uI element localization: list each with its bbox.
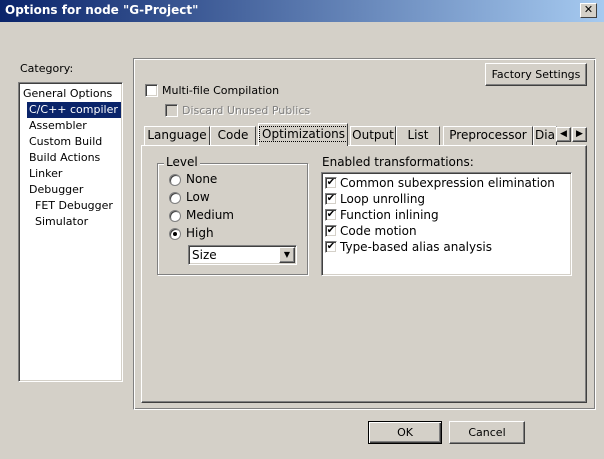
transformation-code-motion[interactable]: ✔ Code motion [324,223,569,239]
category-item-debugger[interactable]: Debugger [21,182,120,198]
category-item-linker[interactable]: Linker [21,166,120,182]
transformation-loop-unrolling[interactable]: ✔ Loop unrolling [324,191,569,207]
window-title: Options for node "G-Project" [5,3,199,17]
checkmark-icon[interactable]: ✔ [325,209,337,221]
tab-scroll-left-icon[interactable]: ◀ [556,127,571,142]
level-high-radio[interactable] [169,228,181,240]
tab-code[interactable]: Code [210,126,256,145]
discard-unused-publics-checkbox[interactable] [165,104,178,117]
level-high-label: High [186,226,214,240]
title-bar: Options for node "G-Project" ✕ [0,0,604,22]
close-button[interactable]: ✕ [580,3,597,18]
factory-settings-button[interactable]: Factory Settings [485,63,587,86]
level-low-label: Low [186,190,210,204]
tab-language[interactable]: Language [144,126,210,145]
tab-scroll-right-icon[interactable]: ▶ [572,127,587,142]
multi-file-compilation-label: Multi-file Compilation [162,84,280,97]
level-low-radio[interactable] [169,192,181,204]
level-none-radio[interactable] [169,174,181,186]
cancel-button[interactable]: Cancel [449,421,525,444]
close-icon: ✕ [583,3,594,16]
transformation-type-based-alias[interactable]: ✔ Type-based alias analysis [324,239,569,255]
checkmark-icon[interactable]: ✔ [325,177,337,189]
category-item-custom-build[interactable]: Custom Build [21,134,120,150]
tab-output[interactable]: Output [350,126,396,145]
transformation-function-inlining[interactable]: ✔ Function inlining [324,207,569,223]
tab-optimizations[interactable]: Optimizations [258,123,348,146]
checkmark-icon[interactable]: ✔ [325,225,337,237]
radio-selected-dot [173,232,177,236]
tab-preprocessor[interactable]: Preprocessor [443,126,533,145]
level-medium-label: Medium [186,208,234,222]
category-item-build-actions[interactable]: Build Actions [21,150,120,166]
enabled-transformations-label: Enabled transformations: [322,155,474,169]
tab-diagnostics[interactable]: Dia [533,126,557,145]
level-legend: Level [164,155,200,169]
discard-unused-publics-label: Discard Unused Publics [182,104,311,117]
ok-button[interactable]: OK [368,421,442,444]
optimize-for-value: Size [192,248,217,262]
checkmark-icon[interactable]: ✔ [325,241,337,253]
category-item-assembler[interactable]: Assembler [21,118,120,134]
level-none-label: None [186,172,218,186]
multi-file-compilation-checkbox[interactable] [145,84,158,97]
tab-list[interactable]: List [396,126,440,145]
chevron-down-icon[interactable]: ▼ [279,247,295,263]
level-medium-radio[interactable] [169,210,181,222]
category-list[interactable]: General Options C/C++ compiler Assembler… [18,82,123,382]
checkmark-icon[interactable]: ✔ [325,193,337,205]
transformations-list[interactable]: ✔ Common subexpression elimination ✔ Loop … [321,172,572,276]
category-item-cpp-compiler[interactable]: C/C++ compiler [21,102,121,118]
category-item-simulator[interactable]: Simulator [21,214,120,230]
transformation-cse[interactable]: ✔ Common subexpression elimination [324,175,569,191]
category-item-fet-debugger[interactable]: FET Debugger [21,198,120,214]
category-item-general-options[interactable]: General Options [21,86,120,102]
category-label: Category: [20,62,74,75]
